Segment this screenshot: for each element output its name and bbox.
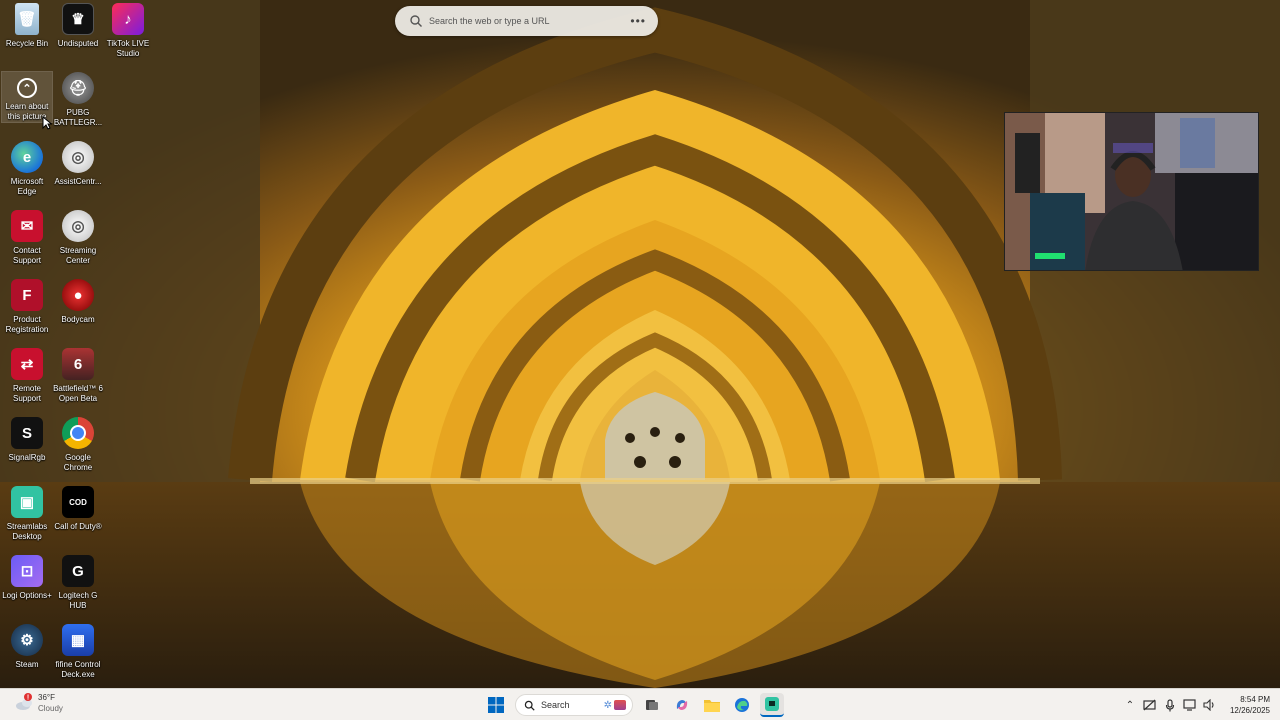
search-icon xyxy=(524,700,535,711)
task-view-icon[interactable] xyxy=(640,693,664,717)
desktop-icon-assistcentral[interactable]: ◎ AssistCentr... xyxy=(53,141,103,187)
desktop-icon-label: Microsoft Edge xyxy=(10,177,44,196)
desktop-icon-label: Call of Duty® xyxy=(54,522,102,531)
search-placeholder[interactable]: Search the web or type a URL xyxy=(429,16,630,26)
remote-support-icon: ⇄ xyxy=(11,348,43,380)
desktop-icon-label: Logi Options+ xyxy=(2,591,52,600)
product-registration-icon: F xyxy=(11,279,43,311)
desktop-icon-google-chrome[interactable]: Google Chrome xyxy=(53,417,103,473)
taskbar-search-label: Search xyxy=(541,700,570,710)
weather-temp: 36°F xyxy=(38,693,55,702)
edge-search-bar[interactable]: Search the web or type a URL ••• xyxy=(395,6,658,36)
desktop-icon-bodycam[interactable]: ● Bodycam xyxy=(53,279,103,325)
battlefield-icon: 6 xyxy=(62,348,94,380)
weather-condition: Cloudy xyxy=(38,704,63,713)
edge-icon: e xyxy=(11,141,43,173)
desktop-icon-logitech-g-hub[interactable]: G Logitech G HUB xyxy=(53,555,103,611)
clock-time: 8:54 PM xyxy=(1240,695,1270,704)
streaming-center-icon: ◎ xyxy=(62,210,94,242)
volume-icon[interactable] xyxy=(1201,696,1219,714)
clock-date: 12/26/2025 xyxy=(1229,706,1270,715)
call-of-duty-icon: COD xyxy=(62,486,94,518)
fifine-icon: ▦ xyxy=(62,624,94,656)
contact-support-icon: ✉ xyxy=(11,210,43,242)
desktop-icon-tiktok-live-studio[interactable]: ♪ TikTok LIVE Studio xyxy=(103,3,153,59)
desktop-icon-microsoft-edge[interactable]: e Microsoft Edge xyxy=(2,141,52,197)
desktop-icon-learn-about-picture[interactable]: ⌃ Learn about this picture xyxy=(1,71,53,123)
copilot-icon[interactable] xyxy=(670,693,694,717)
desktop-icon-streaming-center[interactable]: ◎ Streaming Center xyxy=(53,210,103,266)
desktop-icon-pubg[interactable]: ⛑ PUBG BATTLEGR... xyxy=(53,72,103,128)
bodycam-icon: ● xyxy=(62,279,94,311)
desktop-wallpaper xyxy=(0,0,1280,688)
undisputed-icon: ♛ xyxy=(62,3,94,35)
desktop-icon-label: TikTok LIVE Studio xyxy=(106,39,150,58)
desktop-icon-logi-options[interactable]: ⊡ Logi Options+ xyxy=(2,555,52,601)
cloudy-weather-icon: ! xyxy=(14,692,36,714)
taskbar: ! 36°F Cloudy Search ✲ ⌃ 8:54 PM 12/26/2… xyxy=(0,688,1280,720)
mouse-cursor-icon xyxy=(42,116,52,130)
desktop-icon-label: Contact Support xyxy=(12,246,42,265)
desktop-icon-label: PUBG BATTLEGR... xyxy=(53,108,103,127)
taskbar-pinned-apps: Search ✲ xyxy=(481,693,787,717)
desktop-icon-undisputed[interactable]: ♛ Undisputed xyxy=(53,3,103,49)
desktop-icon-recycle-bin[interactable]: 🗑 Recycle Bin xyxy=(2,3,52,49)
assistcentral-icon: ◎ xyxy=(62,141,94,173)
learn-picture-icon: ⌃ xyxy=(17,78,37,98)
recycle-bin-icon: 🗑 xyxy=(15,3,39,35)
search-icon xyxy=(410,15,422,27)
logi-options-icon: ⊡ xyxy=(11,555,43,587)
desktop-icon-remote-support[interactable]: ⇄ Remote Support xyxy=(2,348,52,404)
desktop-icon-fifine-control-deck[interactable]: ▦ fifine Control Deck.exe xyxy=(53,624,103,680)
system-tray: ⌃ 8:54 PM 12/26/2025 xyxy=(1120,693,1270,717)
taskbar-clock[interactable]: 8:54 PM 12/26/2025 xyxy=(1230,694,1270,716)
streamlabs-icon[interactable] xyxy=(760,693,784,717)
desktop-icon-label: AssistCentr... xyxy=(54,177,102,186)
network-icon[interactable] xyxy=(1141,696,1159,714)
signalrgb-icon: S xyxy=(11,417,43,449)
weather-widget[interactable]: ! 36°F Cloudy xyxy=(14,692,63,714)
desktop-icon-label: Streaming Center xyxy=(59,246,97,265)
search-highlight-icon: ✲ xyxy=(603,699,612,711)
desktop-icon-label: Battlefield™ 6 Open Beta xyxy=(53,384,103,403)
desktop-icon-label: Recycle Bin xyxy=(5,39,49,48)
pubg-icon: ⛑ xyxy=(62,72,94,104)
display-icon[interactable] xyxy=(1181,696,1199,714)
logitech-ghub-icon: G xyxy=(62,555,94,587)
streamlabs-icon: ▣ xyxy=(11,486,43,518)
microphone-icon[interactable] xyxy=(1161,696,1179,714)
desktop-icon-label: Logitech G HUB xyxy=(58,591,98,610)
desktop-icon-steam[interactable]: ⚙ Steam xyxy=(2,624,52,670)
more-dots-icon[interactable]: ••• xyxy=(630,14,646,28)
desktop-icon-streamlabs-desktop[interactable]: ▣ Streamlabs Desktop xyxy=(2,486,52,542)
desktop-icon-label: Steam xyxy=(15,660,39,669)
desktop-icon-label: Undisputed xyxy=(57,39,99,48)
edge-icon[interactable] xyxy=(730,693,754,717)
chrome-icon xyxy=(62,417,94,449)
tiktok-icon: ♪ xyxy=(112,3,144,35)
weather-alert-badge: ! xyxy=(27,695,29,702)
desktop-icon-product-registration[interactable]: F Product Registration xyxy=(2,279,52,335)
desktop-icon-label: SignalRgb xyxy=(8,453,46,462)
desktop-icon-label: Streamlabs Desktop xyxy=(6,522,48,541)
desktop-icon-label: Product Registration xyxy=(5,315,49,334)
desktop-icon-battlefield[interactable]: 6 Battlefield™ 6 Open Beta xyxy=(53,348,103,404)
taskbar-search-box[interactable]: Search ✲ xyxy=(515,694,633,716)
steam-icon: ⚙ xyxy=(11,624,43,656)
desktop-icon-label: Google Chrome xyxy=(63,453,93,472)
file-explorer-icon[interactable] xyxy=(700,693,724,717)
desktop-icon-label: fifine Control Deck.exe xyxy=(55,660,101,679)
desktop-icon-contact-support[interactable]: ✉ Contact Support xyxy=(2,210,52,266)
chevron-up-icon[interactable]: ⌃ xyxy=(1121,696,1139,714)
search-highlight-image-icon xyxy=(614,700,626,710)
desktop-icon-label: Remote Support xyxy=(12,384,42,403)
windows-start-icon[interactable] xyxy=(484,693,508,717)
desktop-icon-signalrgb[interactable]: S SignalRgb xyxy=(2,417,52,463)
desktop-icon-call-of-duty[interactable]: COD Call of Duty® xyxy=(53,486,103,532)
webcam-overlay xyxy=(1004,112,1259,271)
desktop-icon-label: Bodycam xyxy=(61,315,95,324)
